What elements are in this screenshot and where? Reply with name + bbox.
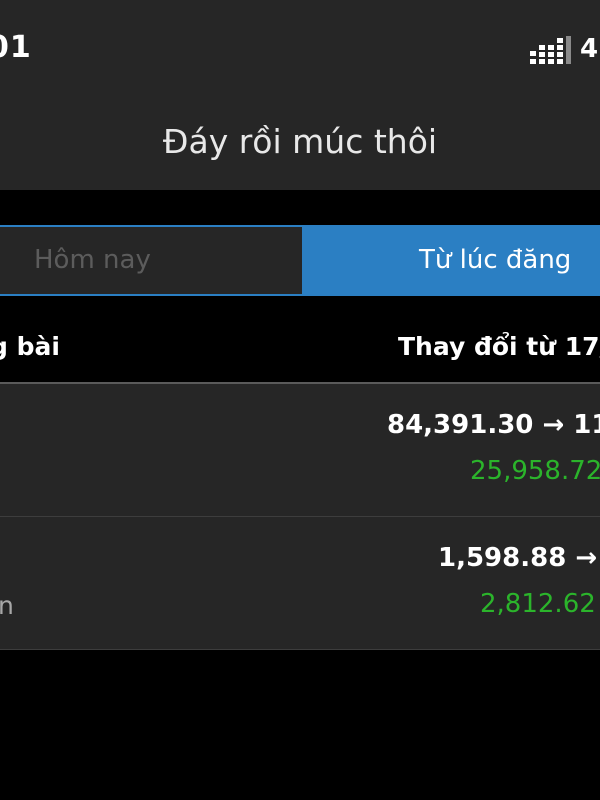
status-bar: 01 4 xyxy=(0,0,600,100)
change-amount: 25,958.72 xyxy=(470,456,600,486)
empty-area xyxy=(0,650,600,800)
table-row[interactable]: 84,391.30 → 110 25,958.72 xyxy=(0,384,600,517)
change-amount: 2,812.62 / xyxy=(480,589,600,619)
status-time: 01 xyxy=(0,30,32,65)
cellular-signal-icon xyxy=(530,36,571,64)
segmented-control: Hôm nay Từ lúc đăng xyxy=(0,225,600,296)
tab-since-posted-label: Từ lúc đăng xyxy=(419,245,572,275)
row-subtitle: n xyxy=(0,591,14,620)
tab-today-label: Hôm nay xyxy=(34,245,151,275)
tab-today[interactable]: Hôm nay xyxy=(0,227,302,294)
price-change-range: 1,598.88 → xyxy=(438,543,598,573)
table-header: g bài Thay đổi từ 17/0 xyxy=(0,318,600,384)
navigation-bar: Đáy rồi múc thôi xyxy=(0,100,600,190)
page-title: Đáy rồi múc thôi xyxy=(162,122,438,161)
network-type: 4 xyxy=(580,34,599,64)
column-header-post: g bài xyxy=(0,332,60,361)
tab-since-posted[interactable]: Từ lúc đăng xyxy=(304,227,600,294)
table-row[interactable]: n 1,598.88 → 2,812.62 / xyxy=(0,517,600,650)
price-change-range: 84,391.30 → 110 xyxy=(387,410,600,440)
column-header-change: Thay đổi từ 17/0 xyxy=(398,332,600,361)
app-screen: 01 4 Đáy rồi múc thôi Hôm nay Từ lúc đăn… xyxy=(0,0,600,800)
